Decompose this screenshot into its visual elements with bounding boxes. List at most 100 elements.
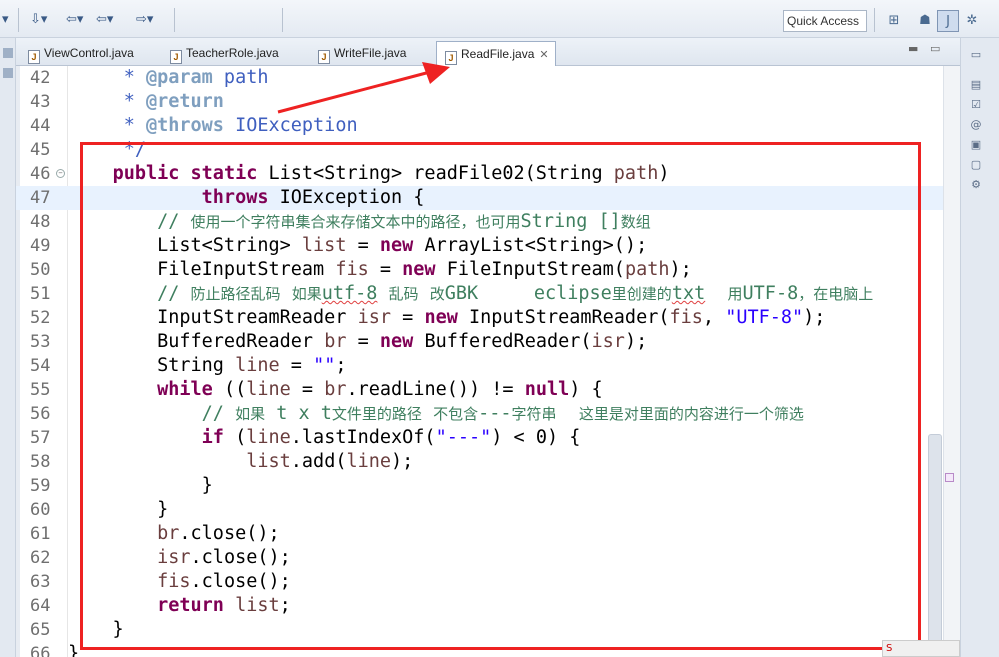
code-line[interactable]: 46− public static List<String> readFile0…	[16, 162, 960, 186]
code-text: String line = "";	[68, 355, 347, 376]
code-line[interactable]: 47 throws IOException {	[16, 186, 960, 210]
code-line[interactable]: 45 */	[16, 138, 960, 162]
code-text: }	[68, 619, 124, 640]
java-perspective-icon[interactable]: J	[937, 10, 959, 32]
code-line[interactable]: 43 * @return	[16, 90, 960, 114]
code-line[interactable]: 57 if (line.lastIndexOf("---") < 0) {	[16, 426, 960, 450]
code-line[interactable]: 44 * @throws IOException	[16, 114, 960, 138]
tab-label: WriteFile.java	[334, 46, 407, 60]
outline-icon[interactable]	[3, 68, 13, 78]
java-file-icon: J	[28, 50, 40, 64]
dropdown-arrow-icon[interactable]: ▾	[2, 10, 9, 30]
code-line[interactable]: 53 BufferedReader br = new BufferedReade…	[16, 330, 960, 354]
line-number: 55	[30, 380, 51, 400]
tab-writefile[interactable]: J WriteFile.java	[310, 41, 412, 66]
declaration-icon[interactable]: ▣	[969, 138, 983, 152]
line-number: 49	[30, 236, 51, 256]
progress-icon[interactable]: ⚙	[969, 178, 983, 192]
forward-icon[interactable]: ⇨▾	[136, 10, 153, 30]
code-text: throws IOException {	[201, 187, 425, 208]
line-number: 42	[30, 68, 51, 88]
previous-edit-icon[interactable]: ⇦▾	[96, 10, 113, 30]
debug-perspective-icon[interactable]: ✲	[961, 10, 983, 32]
code-line[interactable]: 63 fis.close();	[16, 570, 960, 594]
code-line[interactable]: 61 br.close();	[16, 522, 960, 546]
code-text: InputStreamReader isr = new InputStreamR…	[68, 307, 826, 328]
code-text: // 如果 t x t文件里的路径 不包含---字符串 这里是对里面的内容进行一…	[201, 403, 804, 424]
next-annotation-icon[interactable]: ⇩▾	[30, 10, 47, 30]
line-number: 52	[30, 308, 51, 328]
tab-readfile[interactable]: J ReadFile.java ✕	[436, 41, 556, 66]
line-number: 44	[30, 116, 51, 136]
code-line[interactable]: 64 return list;	[16, 594, 960, 618]
minimize-icon[interactable]: ▬	[908, 42, 918, 55]
javadoc-icon[interactable]: @	[969, 118, 983, 132]
line-number: 60	[30, 500, 51, 520]
outline-view-icon[interactable]: ▤	[969, 78, 983, 92]
code-line[interactable]: 65 }	[16, 618, 960, 642]
toolbar-separator	[18, 8, 19, 32]
line-number: 57	[30, 428, 51, 448]
tab-label: TeacherRole.java	[186, 46, 279, 60]
right-minimized-views: ▭ ▤ ☑ @ ▣ ▢ ⚙	[960, 38, 999, 657]
code-text: return list;	[157, 595, 291, 616]
code-text: FileInputStream fis = new FileInputStrea…	[68, 259, 692, 280]
code-text: * @return	[68, 91, 224, 112]
line-number: 45	[30, 140, 51, 160]
console-icon[interactable]: ▢	[969, 158, 983, 172]
line-number: 59	[30, 476, 51, 496]
code-line[interactable]: 49 List<String> list = new ArrayList<Str…	[16, 234, 960, 258]
code-text: if (line.lastIndexOf("---") < 0) {	[201, 427, 581, 448]
left-minimized-views	[0, 38, 16, 657]
tab-viewcontrol[interactable]: J ViewControl.java	[20, 41, 140, 66]
code-text: * @param path	[68, 67, 269, 88]
code-editor[interactable]: 42 * @param path 43 * @return 44 * @throws…	[16, 66, 960, 657]
code-line[interactable]: 59 }	[16, 474, 960, 498]
code-line[interactable]: 58 list.add(line);	[16, 450, 960, 474]
code-text: }	[68, 643, 80, 657]
code-text: while ((line = br.readLine()) != null) {	[157, 379, 603, 400]
code-line[interactable]: 42 * @param path	[16, 66, 960, 90]
line-number: 47	[30, 188, 51, 208]
code-text: */	[68, 139, 146, 160]
fold-toggle-icon[interactable]: −	[56, 169, 65, 178]
code-text: }	[68, 475, 213, 496]
scrollbar-thumb[interactable]	[928, 434, 942, 654]
quick-access-input[interactable]: Quick Access	[783, 10, 867, 32]
code-line[interactable]: 60 }	[16, 498, 960, 522]
java-file-icon: J	[445, 51, 457, 65]
task-list-icon[interactable]: ☑	[969, 98, 983, 112]
code-text: * @throws IOException	[68, 115, 358, 136]
toolbar-separator	[874, 8, 875, 32]
package-explorer-icon[interactable]	[3, 48, 13, 58]
code-text: List<String> list = new ArrayList<String…	[68, 235, 648, 256]
restore-icon[interactable]: ▭	[969, 48, 983, 62]
ime-status-bar: S	[882, 640, 960, 657]
code-line[interactable]: 52 InputStreamReader isr = new InputStre…	[16, 306, 960, 330]
code-line[interactable]: 56 // 如果 t x t文件里的路径 不包含---字符串 这里是对里面的内容…	[16, 402, 960, 426]
line-number: 58	[30, 452, 51, 472]
main-toolbar: ▾ ⇩▾ ⇦▾ ⇦▾ ⇨▾ Quick Access ⊞ ☗ J ✲	[0, 0, 999, 38]
close-icon[interactable]: ✕	[539, 49, 548, 61]
back-icon[interactable]: ⇦▾	[66, 10, 83, 30]
line-number: 63	[30, 572, 51, 592]
code-line[interactable]: 54 String line = "";	[16, 354, 960, 378]
java-file-icon: J	[170, 50, 182, 64]
code-line[interactable]: 62 isr.close();	[16, 546, 960, 570]
line-number: 43	[30, 92, 51, 112]
java-ee-perspective-icon[interactable]: ☗	[914, 10, 936, 32]
code-line[interactable]: 66}	[16, 642, 960, 657]
tab-teacherrole[interactable]: J TeacherRole.java	[162, 41, 285, 66]
line-number: 56	[30, 404, 51, 424]
code-text: isr.close();	[157, 547, 291, 568]
open-perspective-icon[interactable]: ⊞	[883, 10, 905, 32]
vertical-scrollbar[interactable]	[943, 66, 960, 657]
code-text: br.close();	[157, 523, 280, 544]
code-line[interactable]: 48 // 使用一个字符串集合来存储文本中的路径，也可用String []数组	[16, 210, 960, 234]
code-line[interactable]: 50 FileInputStream fis = new FileInputSt…	[16, 258, 960, 282]
code-line[interactable]: 51 // 防止路径乱码 如果utf-8 乱码 改GBK eclipse里创建的…	[16, 282, 960, 306]
code-line[interactable]: 55 while ((line = br.readLine()) != null…	[16, 378, 960, 402]
code-text: // 使用一个字符串集合来存储文本中的路径，也可用String []数组	[157, 211, 651, 232]
editor-tab-bar: J ViewControl.java J TeacherRole.java J Wri…	[16, 38, 960, 66]
maximize-icon[interactable]: ▭	[930, 42, 940, 55]
